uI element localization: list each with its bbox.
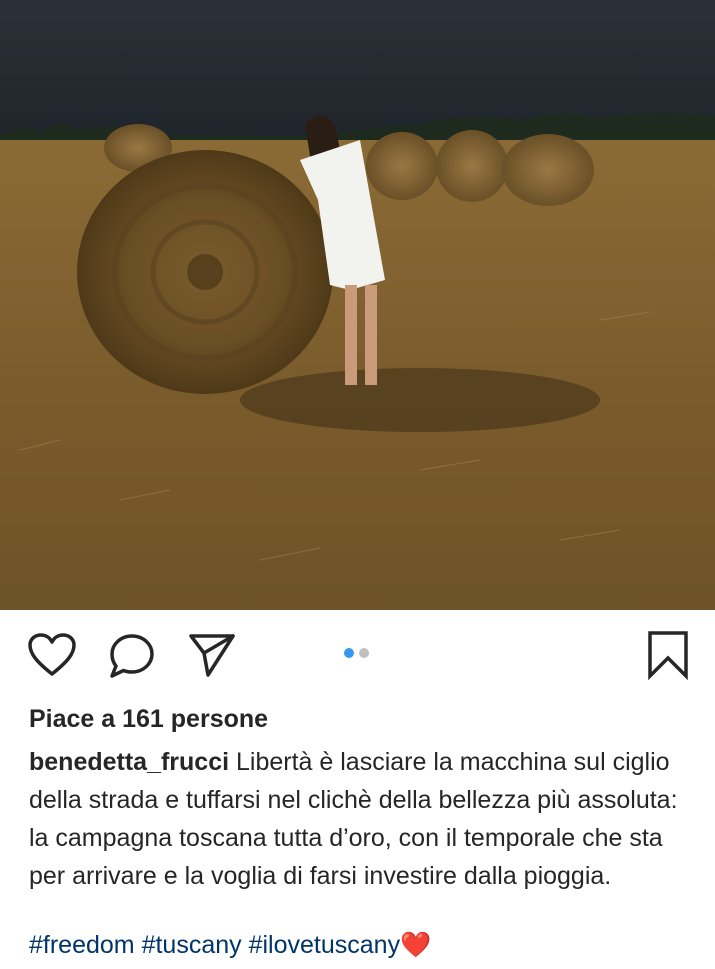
heart-outline-icon[interactable] <box>27 632 77 678</box>
comment-bubble-icon[interactable] <box>108 632 156 680</box>
bookmark-icon[interactable] <box>646 630 690 680</box>
paper-plane-icon[interactable] <box>188 632 236 678</box>
post-photo-image <box>0 0 715 610</box>
hashtag-freedom[interactable]: #freedom <box>29 931 135 959</box>
carousel-indicator <box>344 648 369 658</box>
hashtag-ilovetuscany[interactable]: #ilovetuscany <box>249 931 400 959</box>
hashtag-tuscany[interactable]: #tuscany <box>142 931 242 959</box>
post-caption: benedetta_frucci Libertà è lasciare la m… <box>29 743 689 895</box>
post-photo[interactable] <box>0 0 715 610</box>
caption-username[interactable]: benedetta_frucci <box>29 748 229 776</box>
likes-count[interactable]: Piace a 161 persone <box>29 704 268 734</box>
hashtags: #freedom #tuscany #ilovetuscany❤️ <box>29 927 431 963</box>
carousel-dot <box>359 648 369 658</box>
carousel-dot-active <box>344 648 354 658</box>
red-heart-emoji-icon: ❤️ <box>400 931 432 959</box>
